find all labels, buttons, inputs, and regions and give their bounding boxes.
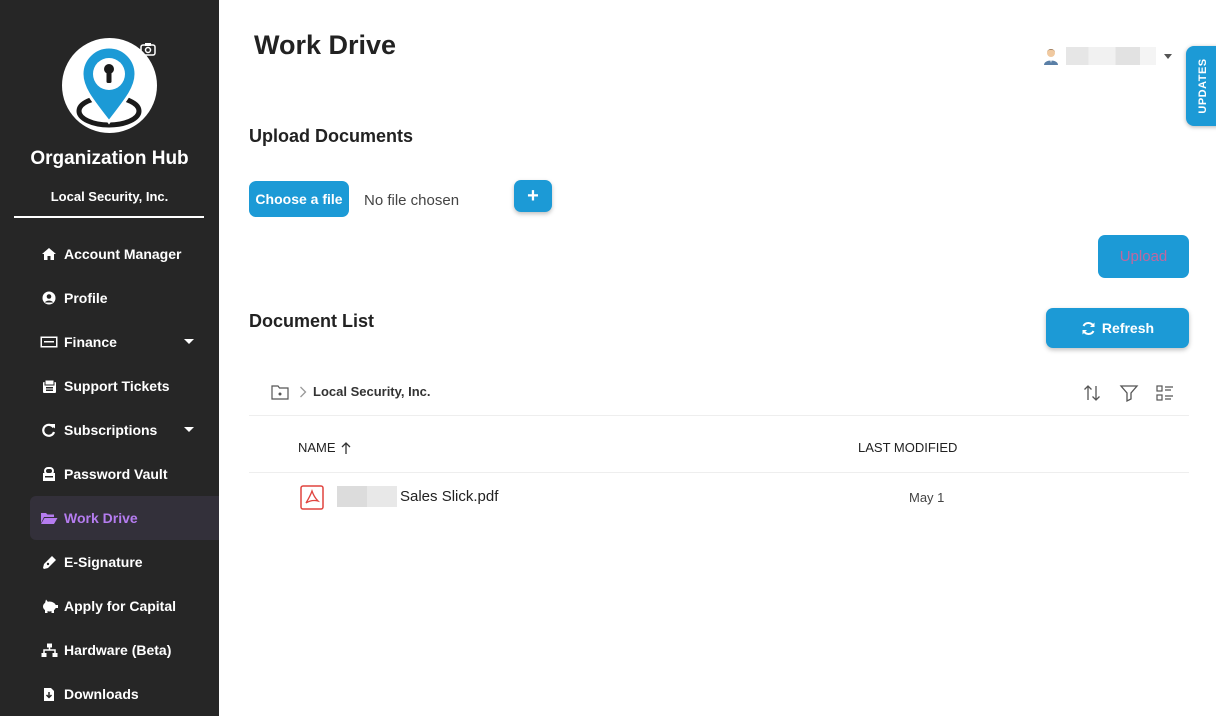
sidebar-item-label: Finance [64, 334, 117, 350]
ticket-icon [40, 378, 58, 394]
chevron-down-icon [184, 427, 194, 432]
divider [14, 216, 204, 218]
breadcrumb: Local Security, Inc. [249, 370, 1189, 416]
user-name-redacted [1066, 47, 1156, 65]
folder-icon[interactable] [271, 384, 289, 400]
upload-section-title: Upload Documents [249, 126, 414, 146]
page-title: Work Drive [254, 30, 397, 60]
sidebar-item-account-manager[interactable]: Account Manager [30, 232, 219, 276]
sidebar-item-work-drive[interactable]: Work Drive [30, 496, 219, 540]
file-last-modified: May 1 [909, 490, 945, 505]
sidebar-item-label: Downloads [64, 686, 139, 702]
camera-icon[interactable] [140, 42, 156, 56]
sidebar: Organization Hub Local Security, Inc. Ac… [0, 0, 219, 716]
refresh-icon [1082, 321, 1095, 335]
vault-icon [40, 466, 58, 482]
column-header-last-modified[interactable]: LAST MODIFIED [858, 440, 957, 455]
column-header-label: NAME [298, 440, 336, 455]
breadcrumb-item[interactable]: Local Security, Inc. [313, 384, 431, 399]
file-name-redacted [337, 486, 397, 507]
upload-button[interactable]: Upload [1098, 235, 1189, 278]
sidebar-item-apply-for-capital[interactable]: Apply for Capital [30, 584, 219, 628]
sidebar-item-profile[interactable]: Profile [30, 276, 219, 320]
document-list-title: Document List [249, 311, 375, 331]
sidebar-item-label: Profile [64, 290, 108, 306]
chevron-right-icon [300, 386, 307, 398]
table-header: NAME LAST MODIFIED [249, 416, 1189, 473]
sidebar-nav: Account Manager Profile Finance Support … [30, 232, 219, 716]
user-menu[interactable] [1042, 47, 1172, 65]
sidebar-item-finance[interactable]: Finance [30, 320, 219, 364]
table-row[interactable]: Sales Slick.pdf May 1 [249, 473, 1189, 523]
choose-file-button[interactable]: Choose a file [249, 181, 349, 217]
sidebar-item-support-tickets[interactable]: Support Tickets [30, 364, 219, 408]
sidebar-item-downloads[interactable]: Downloads [30, 672, 219, 716]
network-icon [40, 642, 58, 658]
pen-icon [40, 554, 58, 570]
chevron-down-icon [1164, 53, 1172, 59]
home-icon [40, 246, 58, 262]
updates-tab[interactable]: UPDATES [1186, 46, 1216, 126]
avatar [1044, 49, 1058, 65]
no-file-chosen-text: No file chosen [364, 192, 460, 209]
chevron-down-icon [184, 339, 194, 344]
folder-open-icon [40, 510, 58, 526]
sidebar-item-e-signature[interactable]: E-Signature [30, 540, 219, 584]
sidebar-item-label: E-Signature [64, 554, 143, 570]
sidebar-item-label: Support Tickets [64, 378, 170, 394]
pdf-file-icon [300, 485, 324, 510]
sidebar-item-label: Work Drive [64, 510, 138, 526]
filter-icon[interactable] [1119, 383, 1139, 403]
sidebar-item-password-vault[interactable]: Password Vault [30, 452, 219, 496]
sidebar-item-label: Hardware (Beta) [64, 642, 172, 658]
org-title: Organization Hub [30, 148, 189, 169]
refresh-icon [40, 422, 58, 438]
arrow-up-icon [341, 441, 351, 454]
org-subtitle: Local Security, Inc. [50, 189, 169, 204]
sidebar-item-hardware[interactable]: Hardware (Beta) [30, 628, 219, 672]
piggy-bank-icon [40, 598, 58, 614]
add-file-button[interactable]: + [514, 180, 552, 212]
refresh-button-label: Refresh [1101, 320, 1155, 336]
sidebar-item-label: Apply for Capital [64, 598, 177, 614]
view-options-icon[interactable] [1155, 383, 1175, 403]
sidebar-item-label: Subscriptions [64, 422, 158, 438]
user-circle-icon [40, 290, 58, 306]
file-name[interactable]: Sales Slick.pdf [400, 488, 498, 505]
sort-icon[interactable] [1082, 383, 1102, 403]
sidebar-item-label: Account Manager [64, 246, 182, 262]
sidebar-item-label: Password Vault [64, 466, 168, 482]
sidebar-item-subscriptions[interactable]: Subscriptions [30, 408, 219, 452]
money-icon [40, 334, 58, 350]
download-file-icon [40, 686, 58, 702]
refresh-button[interactable]: Refresh [1046, 308, 1189, 348]
column-header-name[interactable]: NAME [298, 440, 352, 455]
updates-tab-label: UPDATES [1197, 58, 1209, 114]
